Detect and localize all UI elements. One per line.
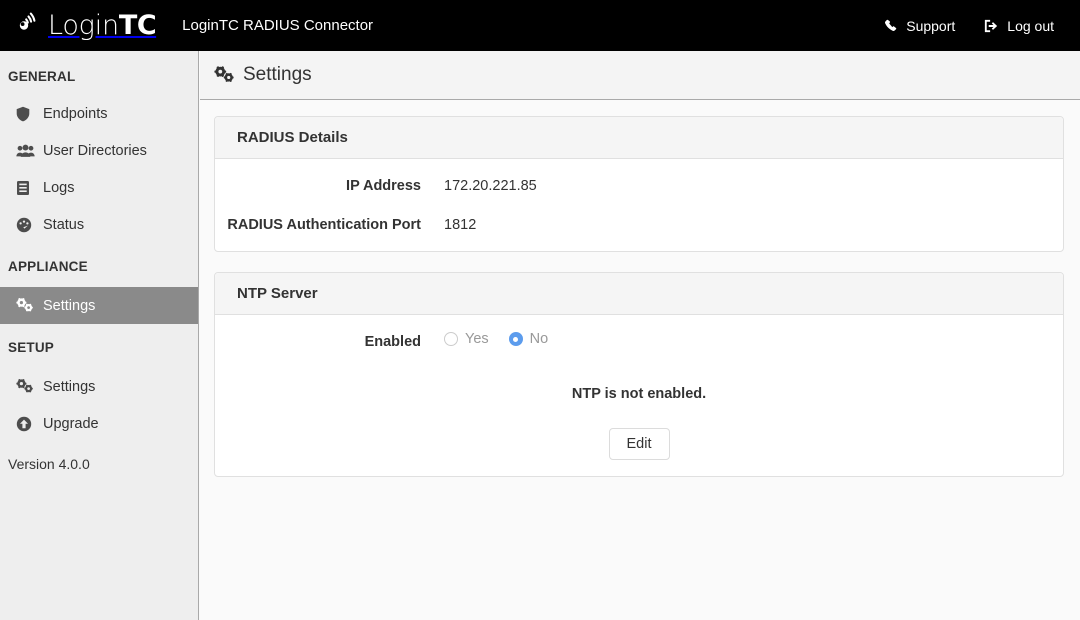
cogs-icon <box>16 379 36 394</box>
sidebar-item-status[interactable]: Status <box>0 206 198 243</box>
version-label: Version 4.0.0 <box>8 456 90 472</box>
sidebar-heading-general: GENERAL <box>8 68 76 84</box>
page-title: Settings <box>243 64 312 85</box>
radio-unchecked-icon[interactable] <box>444 332 458 346</box>
ip-address-label: IP Address <box>346 178 421 194</box>
cogs-icon <box>16 298 36 313</box>
navbar-right-links: Support Log out <box>856 18 1054 34</box>
radius-auth-port-value: 1812 <box>444 217 477 233</box>
radio-checked-icon[interactable] <box>508 332 523 346</box>
brand-word-tc: TC <box>118 10 157 41</box>
sidebar-item-label: Settings <box>43 378 96 395</box>
sidebar-item-label: User Directories <box>43 142 147 159</box>
top-navbar: LoginTC LoginTC RADIUS Connector Support… <box>0 0 1080 51</box>
panel-header: NTP Server <box>215 273 1063 315</box>
app-title: LoginTC RADIUS Connector <box>182 17 374 34</box>
panel-body: Enabled Yes No NTP is not enabled. Edit <box>215 315 1063 476</box>
logout-link-label: Log out <box>1007 17 1054 34</box>
sidebar-item-endpoints[interactable]: Endpoints <box>0 95 198 132</box>
support-link-label: Support <box>906 17 956 34</box>
brand-word-login: Login <box>48 10 119 41</box>
panels-container: RADIUS Details IP Address 172.20.221.85 … <box>200 100 1080 477</box>
brand-wordmark: LoginTC <box>48 10 157 41</box>
ntp-status-notice: NTP is not enabled. <box>571 386 707 402</box>
sidebar-heading-setup: SETUP <box>8 339 55 355</box>
ntp-enabled-row: Enabled Yes No <box>215 329 1063 352</box>
panel-header: RADIUS Details <box>215 117 1063 159</box>
sidebar-item-label: Upgrade <box>43 415 99 432</box>
ntp-actions: Edit <box>215 428 1063 460</box>
panel-body: IP Address 172.20.221.85 RADIUS Authenti… <box>215 159 1063 251</box>
shield-icon <box>16 106 36 122</box>
sidebar-item-setup-settings[interactable]: Settings <box>0 368 198 405</box>
page-header: Settings <box>200 51 1080 100</box>
ntp-server-panel: NTP Server Enabled Yes No NTP is not ena… <box>214 272 1064 477</box>
sidebar-item-upgrade[interactable]: Upgrade <box>0 405 198 442</box>
book-icon <box>16 180 36 196</box>
users-icon <box>16 144 36 158</box>
edit-button[interactable]: Edit <box>608 428 670 460</box>
main-content: Settings RADIUS Details IP Address 172.2… <box>200 51 1080 620</box>
logintc-signal-icon <box>14 10 44 41</box>
arrow-circle-up-icon <box>16 416 36 432</box>
sidebar-item-label: Logs <box>43 179 75 196</box>
sidebar-item-label: Endpoints <box>43 105 108 122</box>
sidebar-heading-appliance: APPLIANCE <box>8 258 88 274</box>
radius-details-panel: RADIUS Details IP Address 172.20.221.85 … <box>214 116 1064 252</box>
cogs-icon <box>214 66 235 84</box>
panel-title: RADIUS Details <box>237 129 348 146</box>
radius-auth-port-label: RADIUS Authentication Port <box>227 217 421 233</box>
ntp-enabled-yes-option[interactable]: Yes <box>444 331 489 347</box>
radius-auth-port-row: RADIUS Authentication Port 1812 <box>215 212 1063 235</box>
radio-label: Yes <box>465 331 489 347</box>
tachometer-icon <box>16 217 36 233</box>
ntp-enabled-label: Enabled <box>364 334 421 350</box>
ntp-enabled-no-option[interactable]: No <box>508 331 549 347</box>
sidebar-item-label: Settings <box>43 297 96 314</box>
panel-title: NTP Server <box>237 285 318 302</box>
support-link[interactable]: Support <box>884 18 955 34</box>
sidebar-item-appliance-settings[interactable]: Settings <box>0 287 198 324</box>
sidebar-item-user-directories[interactable]: User Directories <box>0 132 198 169</box>
ip-address-value: 172.20.221.85 <box>444 178 537 194</box>
logout-link[interactable]: Log out <box>983 18 1054 34</box>
ntp-enabled-radio-group: Yes No <box>444 329 548 347</box>
sidebar: GENERAL Endpoints User Directories Logs … <box>0 51 199 620</box>
phone-icon <box>884 19 898 33</box>
sidebar-item-label: Status <box>43 216 85 233</box>
sidebar-item-logs[interactable]: Logs <box>0 169 198 206</box>
brand-logo-link[interactable]: LoginTC <box>14 10 157 41</box>
ip-address-row: IP Address 172.20.221.85 <box>215 173 1063 196</box>
sign-out-icon <box>983 19 999 33</box>
radio-label: No <box>529 331 549 347</box>
